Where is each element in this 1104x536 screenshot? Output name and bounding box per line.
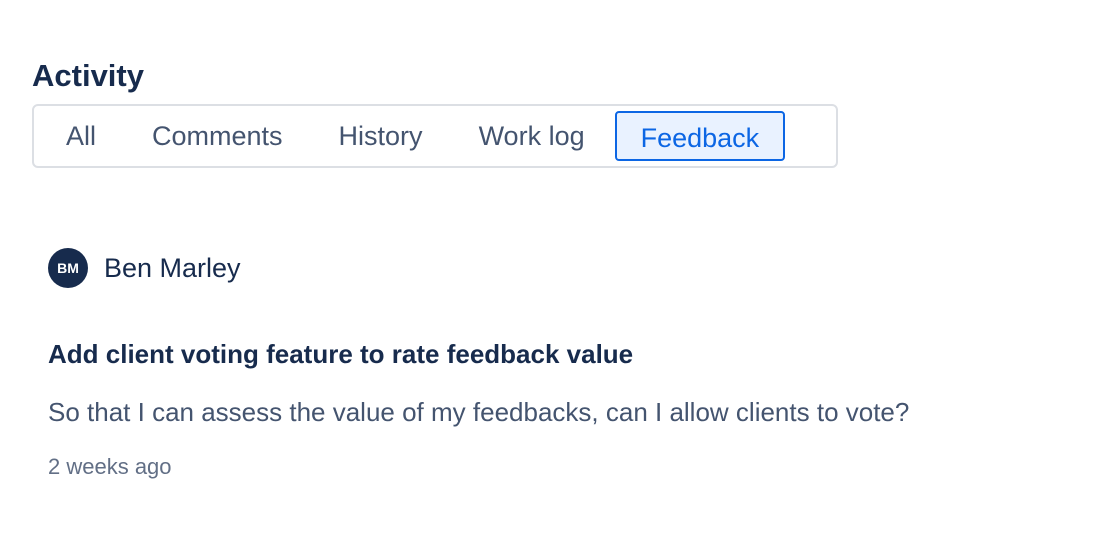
avatar[interactable]: BM [48, 248, 88, 288]
author-name[interactable]: Ben Marley [104, 253, 241, 284]
tab-comments[interactable]: Comments [138, 111, 297, 161]
tab-all[interactable]: All [54, 111, 110, 161]
tab-history[interactable]: History [325, 111, 437, 161]
feedback-title: Add client voting feature to rate feedba… [48, 339, 634, 369]
tab-feedback[interactable]: Feedback [614, 111, 786, 161]
feedback-author: BM Ben Marley [48, 248, 241, 288]
tab-work-log[interactable]: Work log [465, 111, 599, 161]
activity-heading: Activity [32, 58, 144, 93]
feedback-timestamp: 2 weeks ago [48, 454, 172, 479]
activity-tabs: All Comments History Work log Feedback [32, 104, 838, 168]
feedback-body: So that I can assess the value of my fee… [48, 397, 910, 427]
